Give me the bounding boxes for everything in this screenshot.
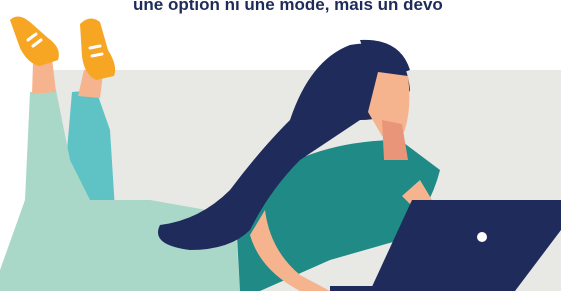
laptop-logo-dot — [477, 232, 487, 242]
shoe-left — [10, 16, 59, 67]
scene: une option ni une mode, mais un devo — [0, 0, 561, 291]
caption-text: une option ni une mode, mais un devo — [133, 0, 443, 14]
woman-with-laptop-illustration — [0, 16, 561, 291]
